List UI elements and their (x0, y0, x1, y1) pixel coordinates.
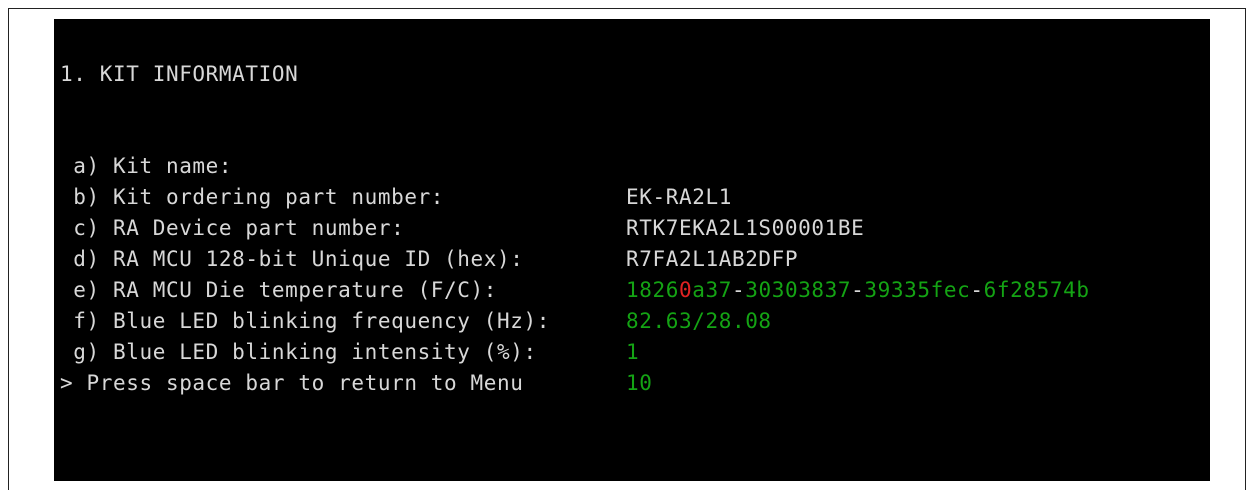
die-temperature-row: e) RA MCU Die temperature (F/C): 82.63/2… (60, 244, 771, 333)
unique-id-value: 18260a37-30303837-39335fec-6f28574b (626, 275, 1090, 306)
unique-id-row: d) RA MCU 128-bit Unique ID (hex): 18260… (60, 213, 1089, 302)
terminal-window[interactable]: 1. KIT INFORMATION a) Kit name: EK-RA2L1… (54, 19, 1210, 481)
led-frequency-label: f) Blue LED blinking frequency (Hz): (60, 309, 550, 333)
unique-id-part3: 39335fec (864, 278, 971, 302)
unique-id-part2: 30303837 (745, 278, 852, 302)
unique-id-separator: - (851, 278, 865, 302)
unique-id-part1b: a37 (692, 278, 732, 302)
unique-id-part1a: 1826 (626, 278, 679, 302)
led-intensity-row: g) Blue LED blinking intensity (%): 10 (60, 306, 652, 395)
unique-id-label: d) RA MCU 128-bit Unique ID (hex): (60, 247, 524, 271)
unique-id-part4: 6f28574b (983, 278, 1090, 302)
led-intensity-value: 10 (626, 371, 653, 395)
die-temperature-value: 82.63/28.08 (626, 309, 772, 333)
unique-id-separator: - (731, 278, 746, 302)
kit-name-value: EK-RA2L1 (626, 185, 732, 209)
ordering-part-row: b) Kit ordering part number: RTK7EKA2L1S… (60, 151, 864, 240)
led-frequency-value: 1 (626, 340, 640, 364)
unique-id-highlight: 0 (678, 278, 693, 302)
ordering-part-label: b) Kit ordering part number: (60, 185, 445, 209)
device-part-row: c) RA Device part number: R7FA2L1AB2DFP (60, 182, 797, 271)
die-temperature-label: e) RA MCU Die temperature (F/C): (60, 278, 498, 302)
section-heading: 1. KIT INFORMATION (60, 62, 299, 86)
unique-id-separator: - (970, 278, 984, 302)
led-frequency-row: f) Blue LED blinking frequency (Hz): 1 (60, 275, 638, 364)
ordering-part-value: RTK7EKA2L1S00001BE (626, 216, 865, 240)
kit-name-row: a) Kit name: EK-RA2L1 (60, 120, 731, 209)
device-part-value: R7FA2L1AB2DFP (626, 247, 799, 271)
led-intensity-label: g) Blue LED blinking intensity (%): (60, 340, 537, 364)
return-menu-prompt: > Press space bar to return to Menu (60, 371, 524, 395)
